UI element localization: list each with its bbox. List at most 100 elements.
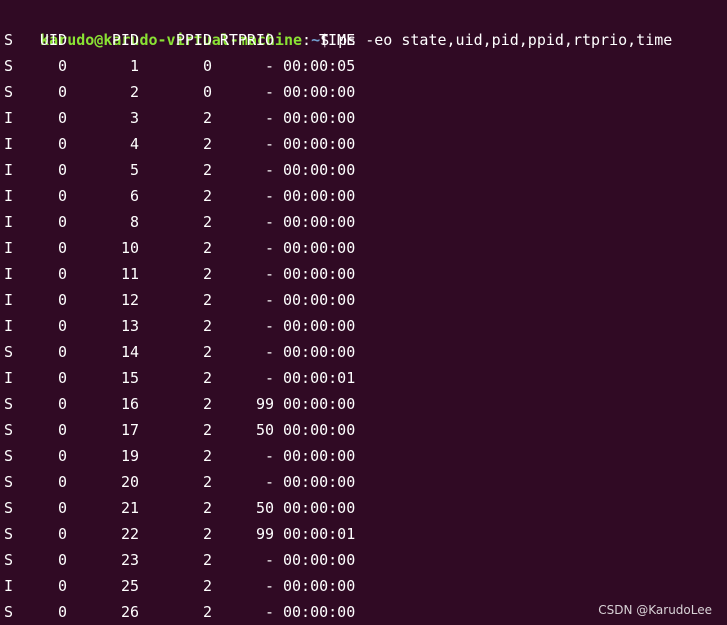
cell-ppid: 2	[202, 473, 212, 491]
table-header-row: S UID PID PPID RTPRIO TIME	[0, 27, 400, 53]
table-row: I 0 8 2 -00:00:00	[0, 209, 400, 235]
cell-uid: 0	[57, 265, 67, 283]
cell-pid: 1	[129, 57, 139, 75]
cell-pid: 16	[120, 395, 139, 413]
cell-state: I	[4, 369, 14, 387]
cell-ppid: 2	[202, 603, 212, 621]
cell-uid: 0	[57, 187, 67, 205]
cell-state: I	[4, 109, 14, 127]
cell-uid: 0	[57, 395, 67, 413]
cell-uid: 0	[57, 343, 67, 361]
table-row: I 0 11 2 -00:00:00	[0, 261, 400, 287]
cell-rtprio: -	[264, 343, 274, 361]
cell-pid: 20	[120, 473, 139, 491]
cell-state: S	[4, 421, 14, 439]
cell-time: 00:00:01	[283, 525, 356, 543]
cell-rtprio: -	[264, 187, 274, 205]
cell-ppid: 2	[202, 577, 212, 595]
cell-uid: 0	[57, 551, 67, 569]
cell-state: I	[4, 187, 14, 205]
cell-state: S	[4, 603, 14, 621]
cell-time: 00:00:00	[283, 317, 356, 335]
cell-pid: 6	[129, 187, 139, 205]
cell-ppid: 2	[202, 395, 212, 413]
cell-state: S	[4, 499, 14, 517]
cell-uid: 0	[57, 83, 67, 101]
cell-state: I	[4, 161, 14, 179]
cell-ppid: 2	[202, 369, 212, 387]
cell-state: S	[4, 395, 14, 413]
cell-ppid: 2	[202, 551, 212, 569]
cell-rtprio: -	[264, 135, 274, 153]
cell-pid: 17	[120, 421, 139, 439]
cell-ppid: 2	[202, 317, 212, 335]
cell-rtprio: 99	[255, 525, 274, 543]
cell-pid: 12	[120, 291, 139, 309]
cell-pid: 23	[120, 551, 139, 569]
cell-ppid: 2	[202, 239, 212, 257]
cell-uid: 0	[57, 603, 67, 621]
cell-time: 00:00:00	[283, 551, 356, 569]
table-row: S 0 1 0 -00:00:05	[0, 53, 400, 79]
cell-time: 00:00:00	[283, 187, 356, 205]
cell-uid: 0	[57, 369, 67, 387]
cell-ppid: 2	[202, 161, 212, 179]
cell-rtprio: -	[264, 109, 274, 127]
cell-pid: 5	[129, 161, 139, 179]
terminal-window[interactable]: karudo@karudo-virtual-machine:~$ ps -eo …	[0, 0, 727, 625]
cell-time: 00:00:00	[283, 577, 356, 595]
cell-ppid: 2	[202, 265, 212, 283]
cell-state: I	[4, 265, 14, 283]
table-row: I 0 4 2 -00:00:00	[0, 131, 400, 157]
cell-time: 00:00:00	[283, 161, 356, 179]
header-rtprio: RTPRIO	[219, 31, 274, 49]
table-row: I 0 25 2 -00:00:00	[0, 573, 400, 599]
cell-time: 00:00:00	[283, 447, 356, 465]
cell-ppid: 2	[202, 447, 212, 465]
cell-rtprio: -	[264, 239, 274, 257]
cell-state: I	[4, 135, 14, 153]
cell-pid: 8	[129, 213, 139, 231]
cell-uid: 0	[57, 525, 67, 543]
table-row: I 0 13 2 -00:00:00	[0, 313, 400, 339]
table-row: S 0 26 2 -00:00:00	[0, 599, 400, 625]
cell-uid: 0	[57, 317, 67, 335]
cell-time: 00:00:00	[283, 135, 356, 153]
cell-time: 00:00:00	[283, 473, 356, 491]
cell-ppid: 2	[202, 291, 212, 309]
cell-rtprio: -	[264, 291, 274, 309]
cell-uid: 0	[57, 421, 67, 439]
cell-pid: 19	[120, 447, 139, 465]
cell-uid: 0	[57, 135, 67, 153]
cell-rtprio: 50	[255, 499, 274, 517]
cell-rtprio: -	[264, 83, 274, 101]
cell-rtprio: 50	[255, 421, 274, 439]
cell-state: S	[4, 473, 14, 491]
cell-state: I	[4, 239, 14, 257]
cell-pid: 3	[129, 109, 139, 127]
cell-rtprio: -	[264, 577, 274, 595]
cell-time: 00:00:00	[283, 213, 356, 231]
cell-rtprio: 99	[255, 395, 274, 413]
cell-ppid: 2	[202, 343, 212, 361]
table-row: S 0 14 2 -00:00:00	[0, 339, 400, 365]
table-row: S 0 23 2 -00:00:00	[0, 547, 400, 573]
cell-time: 00:00:00	[283, 109, 356, 127]
cell-ppid: 0	[202, 83, 212, 101]
table-row: I 0 12 2 -00:00:00	[0, 287, 400, 313]
cell-pid: 21	[120, 499, 139, 517]
table-row: I 0 6 2 -00:00:00	[0, 183, 400, 209]
table-row: S 0 20 2 -00:00:00	[0, 469, 400, 495]
cell-ppid: 2	[202, 213, 212, 231]
cell-ppid: 2	[202, 525, 212, 543]
cell-state: S	[4, 57, 14, 75]
cell-uid: 0	[57, 239, 67, 257]
cell-ppid: 2	[202, 109, 212, 127]
cell-uid: 0	[57, 447, 67, 465]
cell-ppid: 2	[202, 187, 212, 205]
table-row: S 0 2 0 -00:00:00	[0, 79, 400, 105]
cell-rtprio: -	[264, 447, 274, 465]
table-row: I 0 3 2 -00:00:00	[0, 105, 400, 131]
header-state: S	[4, 31, 14, 49]
cell-rtprio: -	[264, 603, 274, 621]
